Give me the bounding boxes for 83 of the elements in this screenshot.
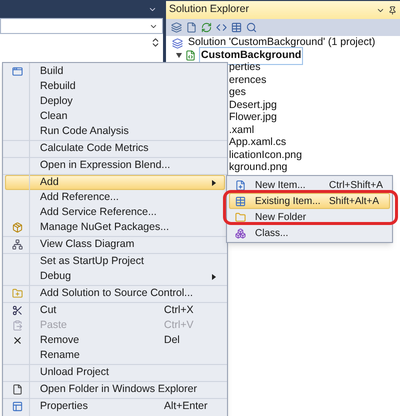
- menu-item[interactable]: Debug: [5, 269, 225, 284]
- menu-item-label: Add Solution to Source Control...: [40, 286, 194, 301]
- table-icon[interactable]: [231, 22, 242, 33]
- menu-item[interactable]: Rename: [5, 348, 225, 363]
- solution-icon: [172, 38, 183, 49]
- menu-item[interactable]: Remove Del: [5, 333, 225, 348]
- menu-item[interactable]: Set as StartUp Project: [5, 254, 225, 269]
- menu-item-label: Cut: [40, 302, 58, 318]
- split-icon[interactable]: [150, 37, 161, 48]
- menu-item-label: Remove: [40, 332, 80, 348]
- menu-item-label: Rebuild: [40, 78, 77, 94]
- shortcut-label: Alt+Enter: [164, 398, 208, 414]
- menu-item-label: Manage NuGet Packages...: [40, 220, 170, 235]
- menu-item[interactable]: Open Folder in Windows Explorer: [5, 382, 225, 397]
- menu-item[interactable]: Add: [5, 175, 225, 190]
- menu-item-label: Paste: [40, 318, 68, 333]
- menu-item-label: View Class Diagram: [40, 236, 136, 252]
- search-icon[interactable]: [246, 22, 257, 33]
- menu-item[interactable]: Add Service Reference...: [5, 205, 225, 220]
- menu-item-label: New Folder: [255, 210, 308, 224]
- shortcut-label: Ctrl+X: [164, 302, 194, 318]
- folder-icon: [234, 212, 246, 222]
- menu-item-label: Run Code Analysis: [40, 124, 130, 139]
- submenu-arrow-icon: [212, 180, 216, 186]
- menu-item[interactable]: Unload Project: [5, 365, 225, 380]
- scissors-icon: [12, 305, 22, 316]
- panel-title: Solution Explorer: [169, 2, 250, 18]
- document-icon: [12, 384, 22, 395]
- menu-item-label: Existing Item...: [255, 194, 322, 208]
- shortcut-label: Ctrl+Shift+A: [329, 178, 384, 192]
- menu-item[interactable]: Run Code Analysis: [5, 124, 225, 139]
- refresh-icon[interactable]: [201, 22, 212, 33]
- menu-item-label: Build: [40, 64, 64, 79]
- code-icon[interactable]: [216, 22, 227, 33]
- menu-item[interactable]: Clean: [5, 109, 225, 124]
- menu-item-label: Open in Expression Blend...: [40, 158, 172, 173]
- menu-item-label: Class...: [255, 226, 290, 240]
- menu-item-label: Open Folder in Windows Explorer: [40, 382, 198, 397]
- package-icon: [12, 222, 22, 233]
- folder-plus-icon: [12, 288, 22, 299]
- menu-item[interactable]: Add Reference...: [5, 190, 225, 205]
- menu-item[interactable]: Add Solution to Source Control...: [5, 286, 225, 301]
- window-icon: [12, 401, 22, 412]
- menu-item-label: Set as StartUp Project: [40, 254, 145, 269]
- table-icon: [234, 196, 246, 206]
- document-icon[interactable]: [186, 22, 197, 33]
- submenu-arrow-icon: [212, 274, 216, 280]
- menu-item[interactable]: Rebuild: [5, 79, 225, 94]
- menu-item[interactable]: Properties Alt+Enter: [5, 399, 225, 414]
- menu-item-label: Debug: [40, 268, 72, 284]
- shortcut-label: Shift+Alt+A: [329, 194, 380, 208]
- menu-item[interactable]: Build: [5, 64, 225, 79]
- menu-item-label: Clean: [40, 108, 68, 124]
- menu-item-label: Add: [40, 174, 60, 190]
- menu-item-label: Add Service Reference...: [40, 204, 158, 220]
- shortcut-label: Del: [164, 332, 181, 348]
- menu-item-label: Add Reference...: [40, 190, 120, 205]
- menu-item[interactable]: View Class Diagram: [5, 237, 225, 252]
- menu-item-label: Unload Project: [40, 364, 110, 380]
- menu-item[interactable]: Cut Ctrl+X: [5, 303, 225, 318]
- class-icon: [234, 228, 246, 238]
- diagram-icon: [12, 239, 22, 250]
- menu-item-label: Properties: [40, 398, 89, 414]
- menu-item[interactable]: Existing Item... Shift+Alt+A: [229, 193, 390, 209]
- close-icon: [12, 335, 22, 346]
- clipboard-icon: [12, 320, 22, 331]
- toolbar-icon[interactable]: [171, 22, 182, 33]
- menu-item[interactable]: Calculate Code Metrics: [5, 141, 225, 156]
- menu-item-label: Rename: [40, 348, 81, 363]
- pin-icon[interactable]: [388, 6, 397, 14]
- menu-item[interactable]: Deploy: [5, 94, 225, 109]
- project-icon: [185, 50, 196, 62]
- menu-item[interactable]: Open in Expression Blend...: [5, 158, 225, 173]
- menu-item[interactable]: Class...: [229, 225, 390, 241]
- shortcut-label: Ctrl+V: [164, 318, 194, 333]
- menu-item-label: Deploy: [40, 94, 74, 109]
- menu-item[interactable]: New Item... Ctrl+Shift+A: [229, 177, 390, 193]
- window-icon: [12, 66, 22, 77]
- tree-item[interactable]: kground.png: [228, 160, 288, 176]
- menu-item[interactable]: Manage NuGet Packages...: [5, 220, 225, 235]
- menu-item-label: New Item...: [255, 178, 307, 192]
- menu-item-label: Calculate Code Metrics: [40, 140, 150, 156]
- file-plus-icon: [234, 180, 246, 190]
